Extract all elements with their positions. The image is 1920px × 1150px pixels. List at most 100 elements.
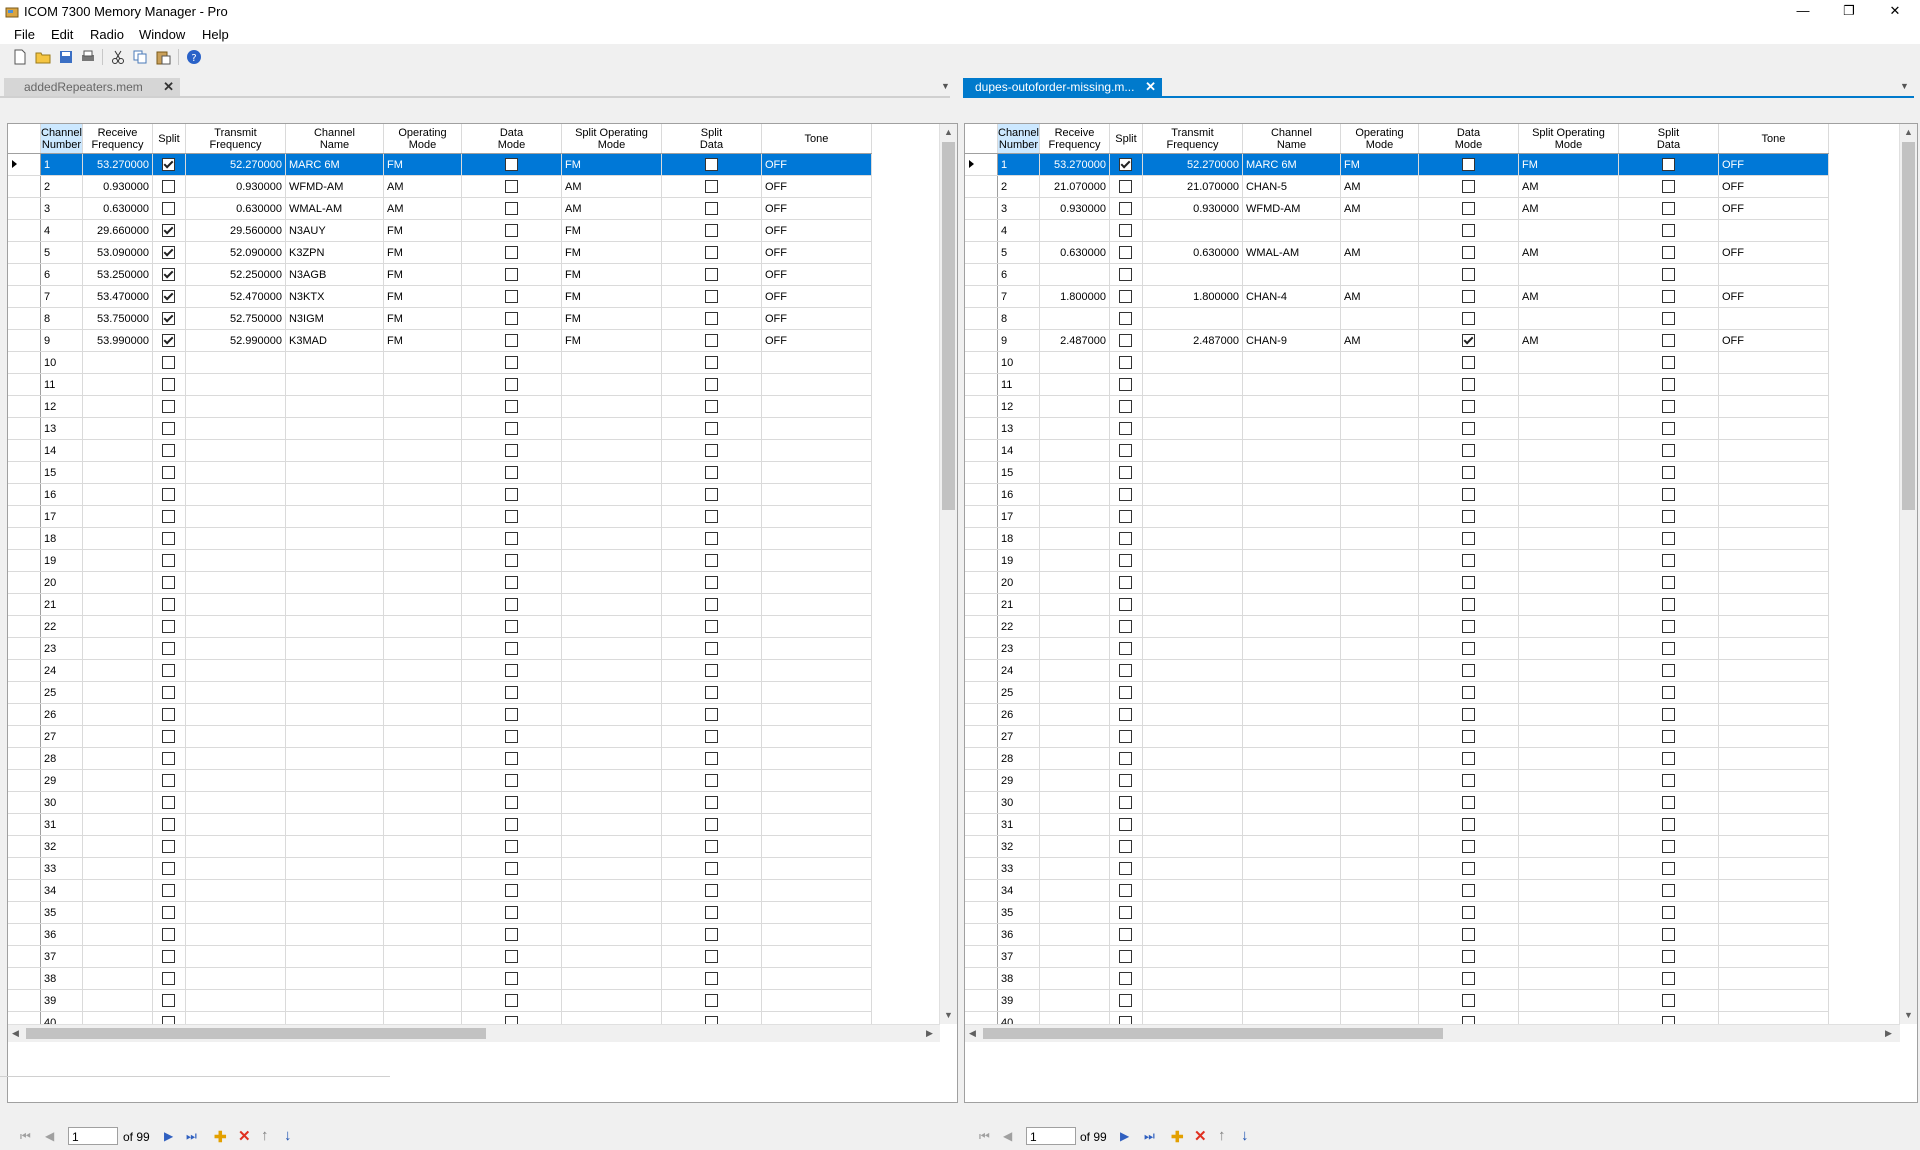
cell-transmit-frequency[interactable] (1142, 835, 1243, 858)
cell-transmit-frequency[interactable] (1142, 923, 1243, 946)
cell-split-operating-mode[interactable]: FM (1518, 153, 1619, 176)
cell-operating-mode[interactable] (1340, 835, 1419, 858)
row-header[interactable] (965, 769, 998, 792)
cell-split-data[interactable] (661, 417, 762, 440)
cell-tone[interactable] (761, 373, 872, 396)
cell-receive-frequency[interactable] (82, 571, 153, 594)
table-row[interactable]: 29 (965, 769, 1829, 792)
table-row[interactable]: 6 (965, 263, 1829, 286)
cell-split-data[interactable] (1618, 593, 1719, 616)
cell-data-mode[interactable] (461, 153, 562, 176)
menu-edit[interactable]: Edit (51, 27, 73, 42)
cell-receive-frequency[interactable] (1039, 901, 1110, 924)
checkbox[interactable] (504, 532, 518, 545)
cell-receive-frequency[interactable]: 53.250000 (82, 263, 153, 286)
cell-channel-number[interactable]: 5 (40, 241, 83, 264)
table-row[interactable]: 17 (965, 505, 1829, 528)
cell-channel-number[interactable]: 29 (997, 769, 1040, 792)
row-header[interactable] (8, 241, 41, 264)
cell-split[interactable] (152, 329, 186, 352)
cell-operating-mode[interactable]: AM (383, 175, 462, 198)
cell-split[interactable] (152, 417, 186, 440)
cell-split-data[interactable] (1618, 901, 1719, 924)
cell-split-data[interactable] (1618, 175, 1719, 198)
checkbox[interactable] (504, 840, 518, 853)
cell-split-operating-mode[interactable] (1518, 791, 1619, 814)
cell-tone[interactable] (761, 615, 872, 638)
cell-tone[interactable] (761, 483, 872, 506)
cell-tone[interactable]: OFF (1718, 153, 1829, 176)
checkbox[interactable] (1461, 422, 1475, 435)
cell-split-data[interactable] (661, 395, 762, 418)
cell-split-operating-mode[interactable] (1518, 681, 1619, 704)
cell-channel-name[interactable]: CHAN-5 (1242, 175, 1341, 198)
column-header-split-operating-mode[interactable]: Split Operating Mode (1518, 124, 1619, 154)
checkbox[interactable] (504, 400, 518, 413)
cell-split[interactable] (1109, 571, 1143, 594)
cell-transmit-frequency[interactable] (1142, 703, 1243, 726)
checkbox[interactable] (1119, 884, 1133, 897)
cell-tone[interactable] (761, 791, 872, 814)
cell-data-mode[interactable] (1418, 153, 1519, 176)
cell-receive-frequency[interactable] (1039, 835, 1110, 858)
cell-tone[interactable] (761, 923, 872, 946)
row-header[interactable] (8, 439, 41, 462)
cell-transmit-frequency[interactable] (1142, 593, 1243, 616)
cell-transmit-frequency[interactable] (185, 571, 286, 594)
cell-channel-name[interactable] (1242, 725, 1341, 748)
checkbox[interactable] (1119, 224, 1133, 237)
cell-operating-mode[interactable] (1340, 791, 1419, 814)
cell-receive-frequency[interactable] (1039, 769, 1110, 792)
cell-receive-frequency[interactable] (1039, 879, 1110, 902)
cell-data-mode[interactable] (461, 615, 562, 638)
table-row[interactable]: 25 (8, 681, 872, 704)
table-row[interactable]: 5 53.090000 52.090000 K3ZPN FM FM OFF (8, 241, 872, 264)
table-row[interactable]: 27 (8, 725, 872, 748)
cell-channel-name[interactable] (1242, 351, 1341, 374)
cell-operating-mode[interactable]: FM (383, 241, 462, 264)
cell-tone[interactable] (761, 835, 872, 858)
row-header[interactable] (965, 615, 998, 638)
vertical-scroll-thumb[interactable] (942, 142, 955, 510)
table-row[interactable]: 40 (8, 1011, 872, 1024)
cell-split-data[interactable] (1618, 659, 1719, 682)
cell-split-data[interactable] (1618, 989, 1719, 1012)
checkbox[interactable] (162, 356, 176, 369)
cell-channel-number[interactable]: 32 (40, 835, 83, 858)
row-header[interactable] (8, 395, 41, 418)
checkbox[interactable] (1119, 818, 1133, 831)
checkbox[interactable] (504, 620, 518, 633)
row-header[interactable] (8, 879, 41, 902)
cell-tone[interactable] (1718, 527, 1829, 550)
cell-split-data[interactable] (1618, 703, 1719, 726)
cell-split-data[interactable] (1618, 329, 1719, 352)
cell-data-mode[interactable] (1418, 329, 1519, 352)
cell-split-operating-mode[interactable]: FM (561, 219, 662, 242)
cell-channel-number[interactable]: 21 (40, 593, 83, 616)
checkbox[interactable] (162, 246, 176, 259)
checkbox[interactable] (1661, 994, 1675, 1007)
cell-split[interactable] (1109, 637, 1143, 660)
cell-split-data[interactable] (661, 505, 762, 528)
cell-data-mode[interactable] (1418, 857, 1519, 880)
checkbox[interactable] (504, 818, 518, 831)
cell-split-data[interactable] (1618, 945, 1719, 968)
cell-operating-mode[interactable] (1340, 593, 1419, 616)
cell-transmit-frequency[interactable] (1142, 263, 1243, 286)
cell-operating-mode[interactable] (383, 659, 462, 682)
cell-operating-mode[interactable] (1340, 703, 1419, 726)
checkbox[interactable] (704, 312, 718, 325)
cell-channel-number[interactable]: 6 (997, 263, 1040, 286)
cell-split[interactable] (1109, 175, 1143, 198)
cell-channel-number[interactable]: 11 (997, 373, 1040, 396)
cell-split[interactable] (1109, 879, 1143, 902)
cell-receive-frequency[interactable] (1039, 703, 1110, 726)
cell-transmit-frequency[interactable] (1142, 813, 1243, 836)
checkbox[interactable] (704, 862, 718, 875)
cell-split-operating-mode[interactable]: AM (1518, 175, 1619, 198)
cell-data-mode[interactable] (461, 439, 562, 462)
checkbox[interactable] (1461, 752, 1475, 765)
row-header[interactable] (8, 417, 41, 440)
row-header[interactable] (8, 901, 41, 924)
cell-receive-frequency[interactable] (1039, 813, 1110, 836)
